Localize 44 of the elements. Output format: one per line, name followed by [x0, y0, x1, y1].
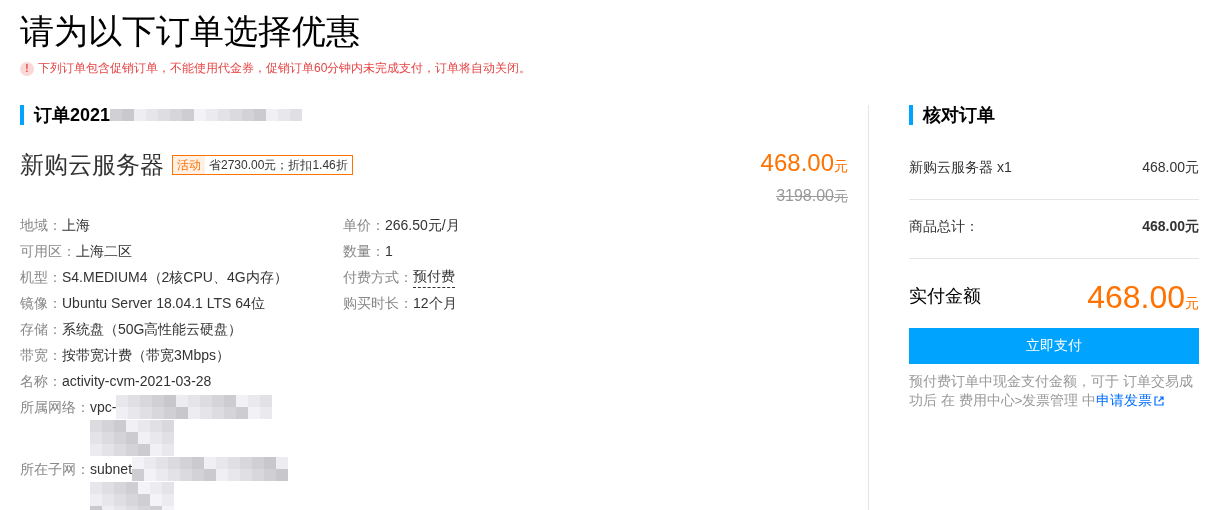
- detail-value: S4.MEDIUM4（2核CPU、4G内存）: [62, 268, 288, 287]
- detail-label: 单价：: [343, 216, 385, 235]
- detail-label: 可用区：: [20, 242, 76, 261]
- detail-value: vpc-: [90, 398, 117, 417]
- detail-value: Ubuntu Server 18.04.1 LTS 64位: [62, 294, 265, 313]
- detail-value: subnet: [90, 460, 133, 479]
- detail-label: 地域：: [20, 216, 62, 235]
- item-name: 新购云服务器 x1: [909, 159, 1012, 177]
- product-name: 新购云服务器: [20, 150, 164, 180]
- external-link-icon: [1154, 396, 1165, 406]
- detail-value: 上海: [62, 216, 90, 235]
- original-price: 3198.00元: [776, 187, 848, 206]
- total-amount: 468.00元: [1087, 279, 1199, 316]
- notice-text: 下列订单包含促销订单，不能使用代金券，促销订单60分钟内未完成支付，订单将自动关闭。: [38, 60, 532, 77]
- detail-label: 购买时长：: [343, 294, 413, 313]
- detail-value: 1: [385, 242, 393, 261]
- invoice-link[interactable]: 申请发票: [1096, 393, 1165, 408]
- total-label: 实付金额: [909, 285, 981, 308]
- warning-icon: !: [20, 61, 34, 76]
- summary-heading: 核对订单: [909, 105, 995, 125]
- detail-label: 带宽：: [20, 346, 62, 365]
- invoice-note: 预付费订单中现金支付金额，可于 订单交易成功后 在 费用中心>发票管理 中 申请发票: [909, 373, 1194, 410]
- detail-value: 上海二区: [76, 242, 132, 261]
- detail-value: 按带宽计费（带宽3Mbps）: [62, 346, 231, 365]
- detail-label: 数量：: [343, 242, 385, 261]
- detail-label: 所在子网：: [20, 460, 90, 479]
- price: 468.00元: [760, 149, 848, 177]
- detail-value: 12个月: [413, 294, 457, 313]
- subtotal-label: 商品总计：: [909, 218, 979, 236]
- promo-tag: 活动 省2730.00元；折扣1.46折: [172, 155, 353, 175]
- detail-label: 名称：: [20, 372, 62, 391]
- detail-value: 预付费: [413, 266, 455, 288]
- subtotal-value: 468.00元: [1142, 218, 1199, 236]
- detail-value: activity-cvm-2021-03-28: [62, 372, 212, 391]
- page-title: 请为以下订单选择优惠: [20, 11, 361, 52]
- detail-value: 系统盘（50G高性能云硬盘）: [62, 320, 243, 339]
- detail-label: 机型：: [20, 268, 62, 287]
- detail-label: 付费方式：: [343, 268, 413, 287]
- item-price: 468.00元: [1142, 159, 1199, 177]
- detail-value: 266.50元/月: [385, 216, 460, 235]
- detail-label: 镜像：: [20, 294, 62, 313]
- detail-label: 存储：: [20, 320, 62, 339]
- pay-button[interactable]: 立即支付: [909, 328, 1199, 364]
- detail-label: 所属网络：: [20, 398, 90, 417]
